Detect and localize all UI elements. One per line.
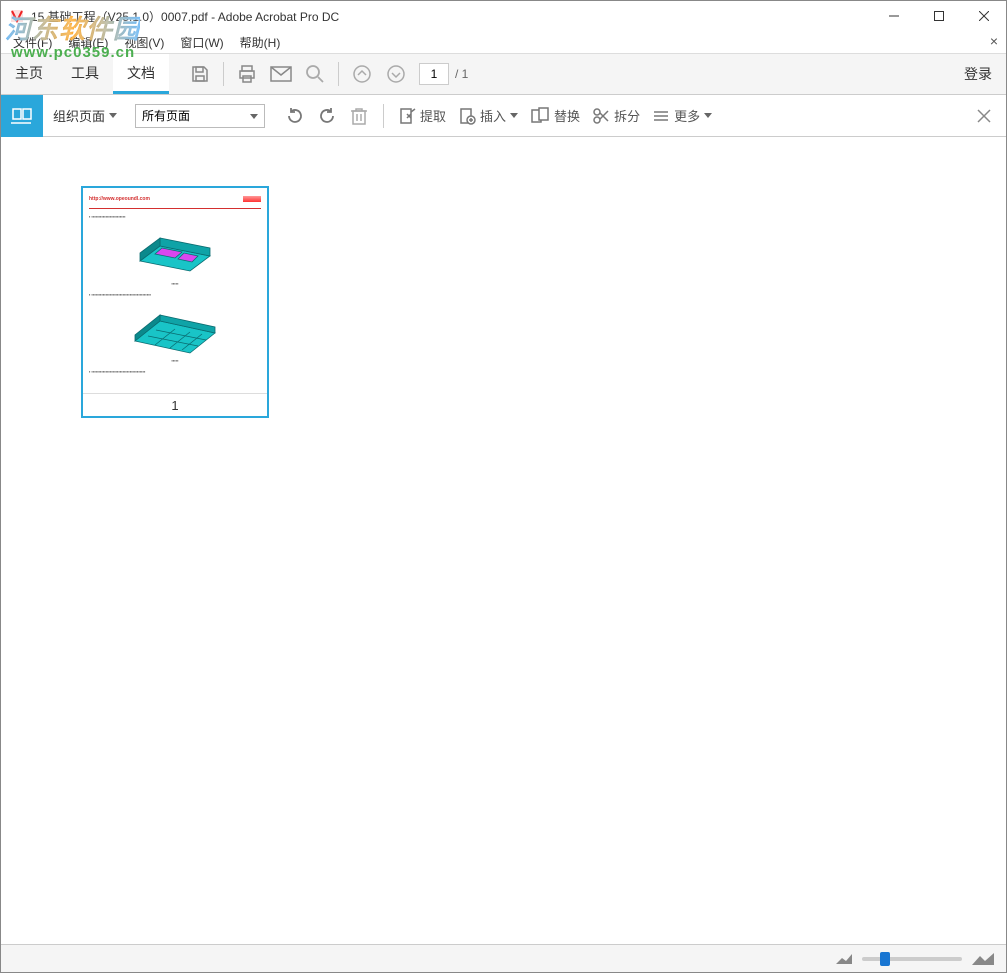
menu-view[interactable]: 视图(V) <box>118 32 170 53</box>
thumbnail-preview: http://www.opeoundl.com ▪ ▪▪▪▪▪▪▪▪▪▪▪▪▪▪… <box>83 188 267 394</box>
thumbnail-caption-2: ▪▪▪▪▪ <box>171 359 178 364</box>
menu-edit[interactable]: 编辑(E) <box>62 32 114 53</box>
thumbnail-grid: http://www.opeoundl.com ▪ ▪▪▪▪▪▪▪▪▪▪▪▪▪▪… <box>43 138 1005 418</box>
thumbnail-text-line: ▪ ▪▪▪▪▪▪▪▪▪▪▪▪▪▪▪▪▪▪▪▪▪▪▪▪▪▪▪▪▪▪▪▪▪▪▪▪▪▪… <box>89 293 151 298</box>
zoom-out-icon[interactable] <box>836 954 852 964</box>
insert-button[interactable]: 插入 <box>452 100 524 132</box>
tab-tools[interactable]: 工具 <box>57 54 113 94</box>
thumbnail-figure-2 <box>120 303 230 353</box>
extract-button[interactable]: 提取 <box>392 100 452 132</box>
toolbar-separator <box>223 62 224 86</box>
toolbar-separator <box>338 62 339 86</box>
page-thumbnail[interactable]: http://www.opeoundl.com ▪ ▪▪▪▪▪▪▪▪▪▪▪▪▪▪… <box>81 186 269 418</box>
maximize-button[interactable] <box>916 1 961 31</box>
thumbnail-page-number: 1 <box>83 394 267 416</box>
rotate-left-icon[interactable] <box>279 100 311 132</box>
tab-home[interactable]: 主页 <box>1 54 57 94</box>
menu-bar: 文件(F) 编辑(E) 视图(V) 窗口(W) 帮助(H) × <box>1 31 1006 53</box>
rotate-right-icon[interactable] <box>311 100 343 132</box>
email-icon[interactable] <box>264 57 298 91</box>
replace-label: 替换 <box>554 106 580 125</box>
organize-pages-label: 组织页面 <box>53 106 105 125</box>
page-navigator: / 1 <box>419 63 468 85</box>
page-canvas[interactable]: http://www.opeoundl.com ▪ ▪▪▪▪▪▪▪▪▪▪▪▪▪▪… <box>43 138 1005 944</box>
organize-side-toggle[interactable] <box>1 95 43 137</box>
zoom-slider[interactable] <box>862 957 962 961</box>
page-number-input[interactable] <box>419 63 449 85</box>
close-button[interactable] <box>961 1 1006 31</box>
menubar-close-icon[interactable]: × <box>990 33 998 49</box>
thumbnail-caption-1: ▪▪▪▪▪ <box>171 282 178 287</box>
thumbnail-text-line: ▪ ▪▪▪▪▪▪▪▪▪▪▪▪▪▪▪▪▪▪▪▪▪▪▪▪▪▪▪▪▪▪▪▪▪▪▪▪▪▪ <box>89 370 145 375</box>
thumbnail-figure-1 <box>120 226 230 276</box>
menu-file[interactable]: 文件(F) <box>7 32 58 53</box>
window-controls <box>871 1 1006 31</box>
left-sidebar-strip <box>1 138 43 944</box>
delete-icon[interactable] <box>343 100 375 132</box>
menu-help[interactable]: 帮助(H) <box>234 32 287 53</box>
page-up-icon[interactable] <box>345 57 379 91</box>
thumbnail-header-url: http://www.opeoundl.com <box>89 196 150 202</box>
search-icon[interactable] <box>298 57 332 91</box>
thumbnail-text-line: ▪ ▪▪▪▪▪▪▪▪▪▪▪▪▪▪▪▪▪▪▪▪▪▪▪▪ <box>89 215 126 220</box>
print-icon[interactable] <box>230 57 264 91</box>
chevron-down-icon <box>109 113 117 118</box>
page-down-icon[interactable] <box>379 57 413 91</box>
thumbnail-divider <box>89 208 261 209</box>
zoom-slider-thumb[interactable] <box>880 952 890 966</box>
chevron-down-icon <box>510 113 518 118</box>
app-icon <box>9 8 25 24</box>
save-icon[interactable] <box>183 57 217 91</box>
thumbnail-header: http://www.opeoundl.com <box>89 196 261 202</box>
chevron-down-icon <box>704 113 712 118</box>
toolbar-separator <box>383 104 384 128</box>
split-button[interactable]: 拆分 <box>586 100 646 132</box>
organize-close-icon[interactable] <box>976 108 992 124</box>
page-filter-dropdown[interactable]: 所有页面 <box>135 104 265 128</box>
more-button[interactable]: 更多 <box>646 100 718 132</box>
main-toolbar: 主页 工具 文档 / 1 登录 <box>1 53 1006 95</box>
tab-document[interactable]: 文档 <box>113 54 169 94</box>
minimize-button[interactable] <box>871 1 916 31</box>
more-label: 更多 <box>674 106 700 125</box>
organize-toolbar: 组织页面 所有页面 提取 插入 替换 拆分 更多 <box>1 95 1006 137</box>
replace-button[interactable]: 替换 <box>524 100 586 132</box>
view-tabs: 主页 工具 文档 <box>1 54 169 94</box>
extract-label: 提取 <box>420 106 446 125</box>
organize-pages-menu[interactable]: 组织页面 <box>43 106 127 125</box>
login-link[interactable]: 登录 <box>964 64 992 84</box>
menu-window[interactable]: 窗口(W) <box>174 32 229 53</box>
page-filter-value: 所有页面 <box>142 107 190 124</box>
title-bar: 15.基础工程（V25.1.0）0007.pdf - Adobe Acrobat… <box>1 1 1006 31</box>
thumbnail-logo-swatch <box>243 196 261 202</box>
insert-label: 插入 <box>480 106 506 125</box>
zoom-in-icon[interactable] <box>972 953 994 965</box>
split-label: 拆分 <box>614 106 640 125</box>
page-total-label: / 1 <box>455 67 468 81</box>
status-bar <box>1 944 1006 972</box>
window-title: 15.基础工程（V25.1.0）0007.pdf - Adobe Acrobat… <box>31 8 871 25</box>
